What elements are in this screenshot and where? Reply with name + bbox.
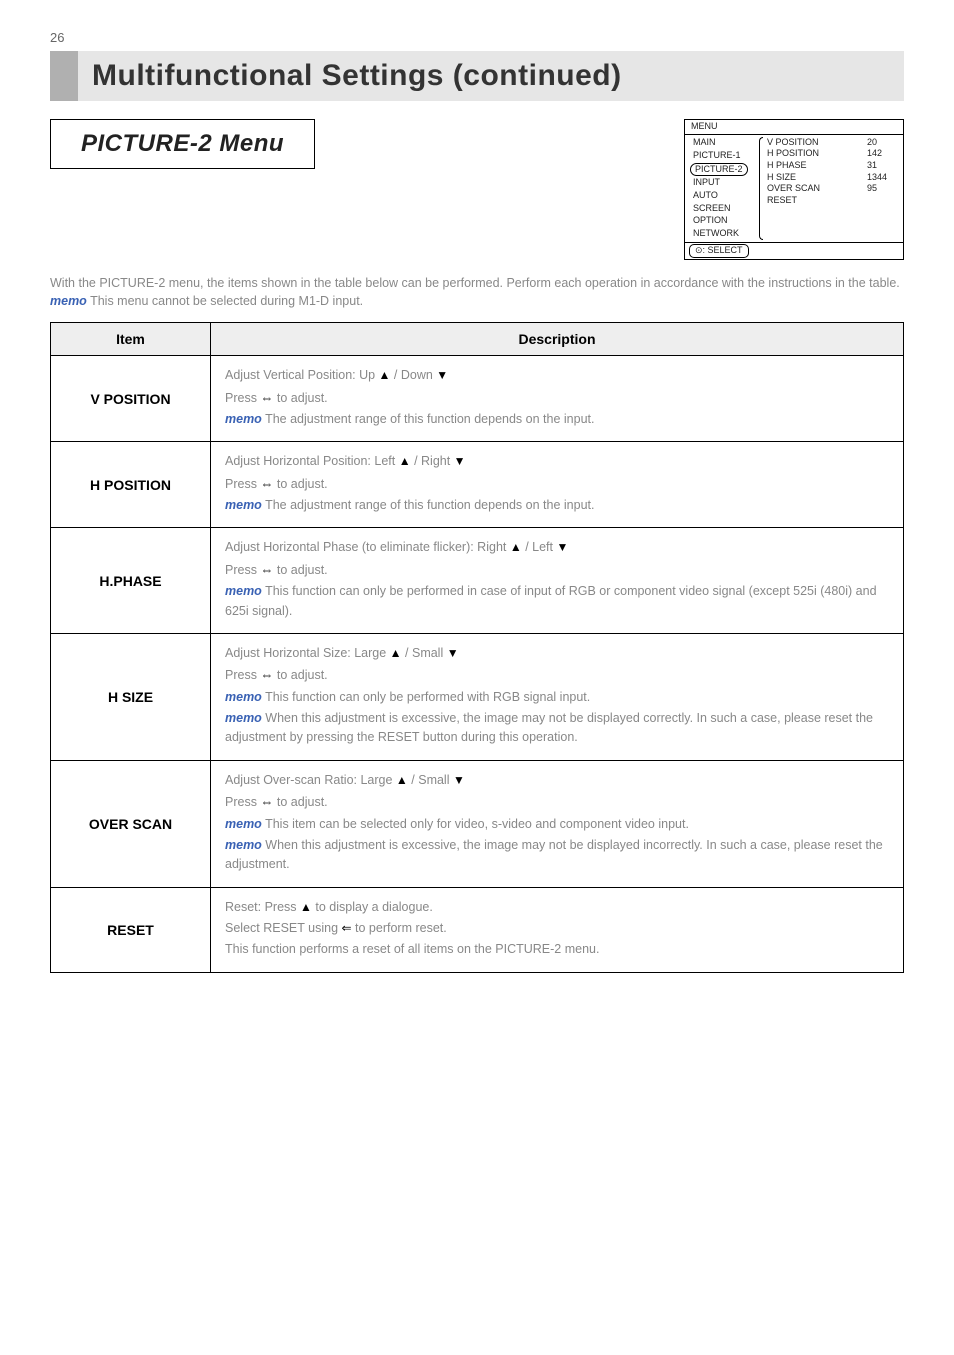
table-row-hphase: H.PHASE Adjust Horizontal Phase (to elim… (51, 528, 904, 634)
item-hsize: H SIZE (51, 633, 211, 760)
leftright-icon: ⇔ (260, 667, 273, 682)
down-icon: ▼ (447, 646, 459, 660)
title-bar: Multifunctional Settings (continued) (50, 51, 904, 101)
osd-item-network: NETWORK (691, 228, 759, 241)
osd-panel: MENU MAIN PICTURE-1 PICTURE-2 INPUT AUTO… (684, 119, 904, 260)
desc-vposition: Adjust Vertical Position: Up ▲ / Down ▼ … (211, 356, 904, 442)
osd-right-value: 142 (867, 148, 899, 160)
down-icon: ▼ (436, 368, 448, 382)
up-icon: ▲ (396, 773, 408, 787)
down-icon: ▼ (556, 540, 568, 554)
up-icon: ▲ (390, 646, 402, 660)
memo-label: memo (225, 412, 262, 426)
osd-item-option: OPTION (691, 215, 759, 228)
desc-reset: Reset: Press ▲ to display a dialogue. Se… (211, 887, 904, 972)
osd-right-value: 31 (867, 160, 899, 172)
osd-item-auto: AUTO (691, 189, 759, 202)
page-number: 26 (50, 30, 904, 45)
memo-label: memo (225, 711, 262, 725)
settings-table: Item Description V POSITION Adjust Verti… (50, 322, 904, 973)
table-row-hposition: H POSITION Adjust Horizontal Position: L… (51, 442, 904, 528)
table-row-vposition: V POSITION Adjust Vertical Position: Up … (51, 356, 904, 442)
desc-hsize: Adjust Horizontal Size: Large ▲ / Small … (211, 633, 904, 760)
desc-hposition: Adjust Horizontal Position: Left ▲ / Rig… (211, 442, 904, 528)
osd-right-label: OVER SCAN (767, 183, 867, 195)
title: Multifunctional Settings (continued) (78, 51, 904, 101)
desc-hphase: Adjust Horizontal Phase (to eliminate fl… (211, 528, 904, 634)
memo-label: memo (50, 294, 87, 308)
osd-right-value: 1344 (867, 172, 899, 184)
osd-item-input: INPUT (691, 177, 759, 190)
item-overscan: OVER SCAN (51, 760, 211, 887)
up-icon: ▲ (379, 368, 391, 382)
item-hposition: H POSITION (51, 442, 211, 528)
desc-overscan: Adjust Over-scan Ratio: Large ▲ / Small … (211, 760, 904, 887)
osd-header: MENU (685, 120, 903, 135)
memo-label: memo (225, 838, 262, 852)
memo-label: memo (225, 817, 262, 831)
memo-label: memo (225, 690, 262, 704)
osd-item-picture2: PICTURE-2 (690, 163, 748, 177)
osd-item-main: MAIN (691, 137, 759, 150)
osd-right-label: H PHASE (767, 160, 867, 172)
leftright-icon: ⇔ (260, 476, 273, 491)
osd-item-picture1: PICTURE-1 (691, 149, 759, 162)
osd-footer: ⊙: SELECT (685, 242, 903, 259)
osd-right-label: H SIZE (767, 172, 867, 184)
up-icon: ▲ (399, 454, 411, 468)
col-item: Item (51, 323, 211, 356)
down-icon: ▼ (453, 773, 465, 787)
left-icon: ⇐ (342, 921, 352, 935)
osd-left-column: MAIN PICTURE-1 PICTURE-2 INPUT AUTO SCRE… (691, 137, 759, 241)
down-icon: ▼ (454, 454, 466, 468)
osd-right-label: V POSITION (767, 137, 867, 149)
osd-right-column: V POSITION20 H POSITION142 H PHASE31 H S… (767, 137, 899, 241)
item-reset: RESET (51, 887, 211, 972)
up-icon: ▲ (510, 540, 522, 554)
osd-right-label: H POSITION (767, 148, 867, 160)
osd-right-label: RESET (767, 195, 867, 207)
osd-right-value (867, 195, 899, 207)
table-row-overscan: OVER SCAN Adjust Over-scan Ratio: Large … (51, 760, 904, 887)
memo-label: memo (225, 584, 262, 598)
leftright-icon: ⇔ (260, 562, 273, 577)
title-accent (50, 51, 78, 101)
intro-text: With the PICTURE-2 menu, the items shown… (50, 274, 904, 310)
leftright-icon: ⇔ (260, 794, 273, 809)
memo-label: memo (225, 498, 262, 512)
col-desc: Description (211, 323, 904, 356)
osd-right-value: 95 (867, 183, 899, 195)
osd-right-value: 20 (867, 137, 899, 149)
item-vposition: V POSITION (51, 356, 211, 442)
table-row-hsize: H SIZE Adjust Horizontal Size: Large ▲ /… (51, 633, 904, 760)
osd-bracket (759, 137, 763, 241)
intro-line1: With the PICTURE-2 menu, the items shown… (50, 274, 904, 292)
leftright-icon: ⇔ (260, 390, 273, 405)
item-hphase: H.PHASE (51, 528, 211, 634)
table-row-reset: RESET Reset: Press ▲ to display a dialog… (51, 887, 904, 972)
up-icon: ▲ (300, 900, 312, 914)
section-title: PICTURE-2 Menu (50, 119, 315, 169)
osd-item-screen: SCREEN (691, 202, 759, 215)
intro-memo-text: This menu cannot be selected during M1-D… (87, 294, 363, 308)
